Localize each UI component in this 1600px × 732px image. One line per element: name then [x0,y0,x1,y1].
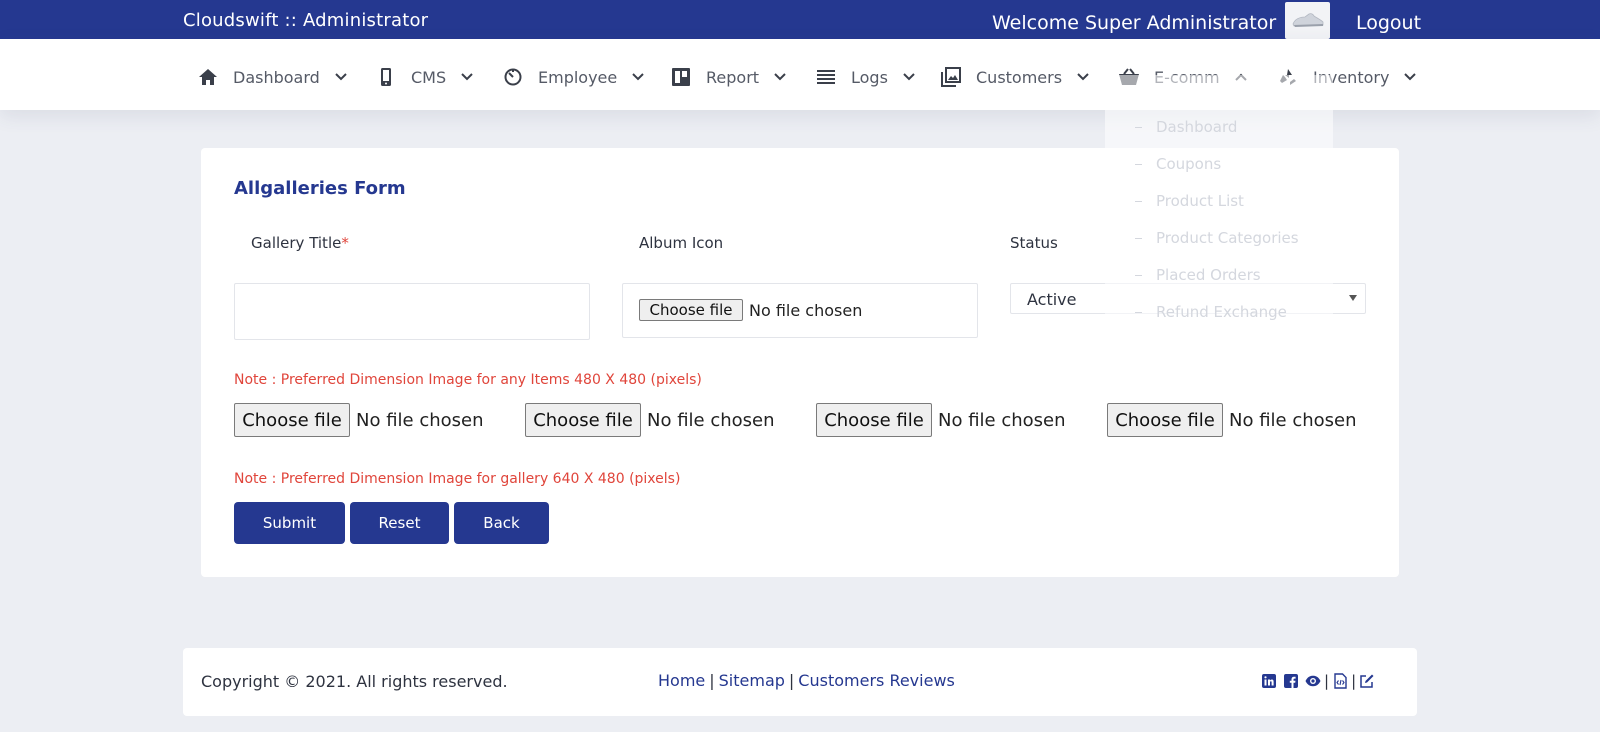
nav-label: CMS [411,67,447,87]
dropdown-item-label: Product List [1156,192,1244,210]
dropdown-item-label: Refund Exchange [1156,303,1287,321]
chevron-down-icon [334,70,348,84]
gallery-title-label-text: Gallery Title [251,234,342,252]
chevron-down-icon [631,70,645,84]
image-1-choose-file-button[interactable]: Choose file [234,403,350,437]
caret-down-icon [1349,295,1357,301]
mobile-icon [375,66,397,88]
gallery-title-input[interactable] [234,283,590,340]
copyright-text: Copyright © 2021. All rights reserved. [201,672,508,691]
dropdown-item-coupons[interactable]: Coupons [1135,155,1221,173]
nav-label: Logs [851,67,888,87]
reset-button[interactable]: Reset [350,502,449,544]
separator: | [1324,672,1330,690]
note-gallery-dimension: Note : Preferred Dimension Image for gal… [234,471,681,487]
dropdown-item-placed-orders[interactable]: Placed Orders [1135,266,1261,284]
nav-label: Customers [976,67,1063,87]
nav-label: Report [706,67,760,87]
edit-icon[interactable] [1359,673,1375,689]
nav-label: Dashboard [233,67,320,87]
back-button[interactable]: Back [454,502,549,544]
gallery-title-label: Gallery Title* [251,234,349,252]
board-icon [670,66,692,88]
footer-separator: | [709,671,715,690]
nav-item-report[interactable]: Report [670,63,787,91]
nav-item-cms[interactable]: CMS [375,63,474,91]
footer: Copyright © 2021. All rights reserved. H… [183,648,1417,716]
logout-link[interactable]: Logout [1356,12,1421,34]
note-items-dimension: Note : Preferred Dimension Image for any… [234,372,702,388]
timer-icon [502,66,524,88]
footer-links: Home | Sitemap | Customers Reviews [658,671,955,690]
nav-item-employee[interactable]: Employee [502,63,645,91]
chevron-down-icon [460,70,474,84]
footer-link-customers-reviews[interactable]: Customers Reviews [798,671,955,690]
code-file-icon[interactable] [1332,673,1348,689]
dropdown-item-dashboard[interactable]: Dashboard [1135,118,1237,136]
dropdown-item-label: Coupons [1156,155,1222,173]
chevron-down-icon [1403,70,1417,84]
album-icon-choose-file-button[interactable]: Choose file [639,299,743,321]
status-label: Status [1010,234,1058,252]
image-2-no-file-text: No file chosen [647,410,775,431]
footer-separator: | [788,671,795,690]
eye-icon[interactable] [1305,673,1321,689]
nav-label: Employee [538,67,618,87]
home-icon [197,66,219,88]
list-icon [815,66,837,88]
top-bar: Cloudswift :: Administrator Welcome Supe… [0,0,1600,39]
image-3-choose-file-button[interactable]: Choose file [816,403,932,437]
chevron-down-icon [902,70,916,84]
dropdown-item-label: Product Categories [1156,229,1299,247]
form-title: Allgalleries Form [234,178,406,199]
nav-item-customers[interactable]: Customers [940,63,1090,91]
facebook-icon[interactable] [1283,673,1299,689]
nav-item-dashboard[interactable]: Dashboard [197,63,348,91]
separator: | [1351,672,1357,690]
required-mark: * [341,234,349,252]
avatar[interactable] [1285,2,1330,39]
gallery-icon [940,66,962,88]
chevron-down-icon [773,70,787,84]
dropdown-item-label: Placed Orders [1156,266,1261,284]
image-1-no-file-text: No file chosen [356,410,484,431]
submit-button[interactable]: Submit [234,502,345,544]
footer-link-home[interactable]: Home [658,671,705,690]
welcome-text: Welcome Super Administrator [992,12,1277,34]
album-icon-no-file-text: No file chosen [749,301,863,320]
dropdown-item-label: Dashboard [1156,118,1238,136]
image-4-no-file-text: No file chosen [1229,410,1357,431]
dropdown-item-product-categories[interactable]: Product Categories [1135,229,1299,247]
social-icons: | | [1261,673,1375,689]
status-select-value: Active [1027,290,1077,309]
album-icon-file-field: Choose file No file chosen [622,283,978,338]
dropdown-item-refund-exchange[interactable]: Refund Exchange [1135,303,1287,321]
linkedin-icon[interactable] [1261,673,1277,689]
shoe-icon [1292,13,1324,27]
app-title: Cloudswift :: Administrator [183,10,429,31]
chevron-down-icon [1076,70,1090,84]
ecomm-dropdown-menu: Dashboard Coupons Product List Product C… [1105,75,1333,367]
dropdown-item-product-list[interactable]: Product List [1135,192,1244,210]
nav-item-logs[interactable]: Logs [815,63,916,91]
main-nav: Dashboard CMS Employee Report Logs Custo… [0,39,1600,110]
image-2-choose-file-button[interactable]: Choose file [525,403,641,437]
image-4-choose-file-button[interactable]: Choose file [1107,403,1223,437]
image-3-no-file-text: No file chosen [938,410,1066,431]
album-icon-label: Album Icon [639,234,724,252]
footer-link-sitemap[interactable]: Sitemap [719,671,785,690]
